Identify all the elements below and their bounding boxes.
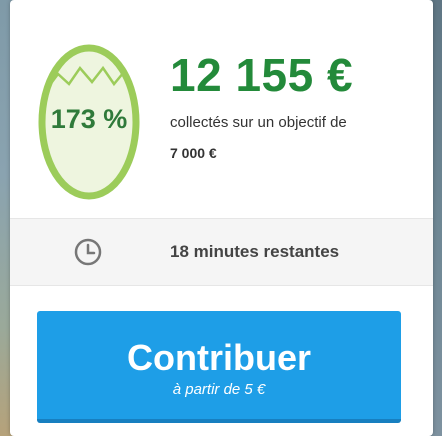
background-right — [432, 0, 442, 436]
contribute-button[interactable]: Contribuer à partir de 5 € — [37, 311, 401, 423]
collected-caption: collectés sur un objectif de — [170, 114, 347, 131]
clock-icon — [74, 238, 102, 266]
goal-amount: 7 000 € — [170, 145, 217, 161]
funding-card: 173 % 12 155 € collectés sur un objectif… — [10, 0, 433, 436]
contribute-minimum: à partir de 5 € — [172, 381, 266, 398]
funding-summary: 173 % 12 155 € collectés sur un objectif… — [10, 0, 433, 218]
amount-collected: 12 155 € — [170, 49, 354, 101]
time-remaining-bar: 18 minutes restantes — [10, 218, 433, 286]
progress-percent: 173 % — [50, 104, 128, 134]
time-remaining: 18 minutes restantes — [170, 242, 340, 261]
contribute-label: Contribuer — [127, 337, 311, 378]
